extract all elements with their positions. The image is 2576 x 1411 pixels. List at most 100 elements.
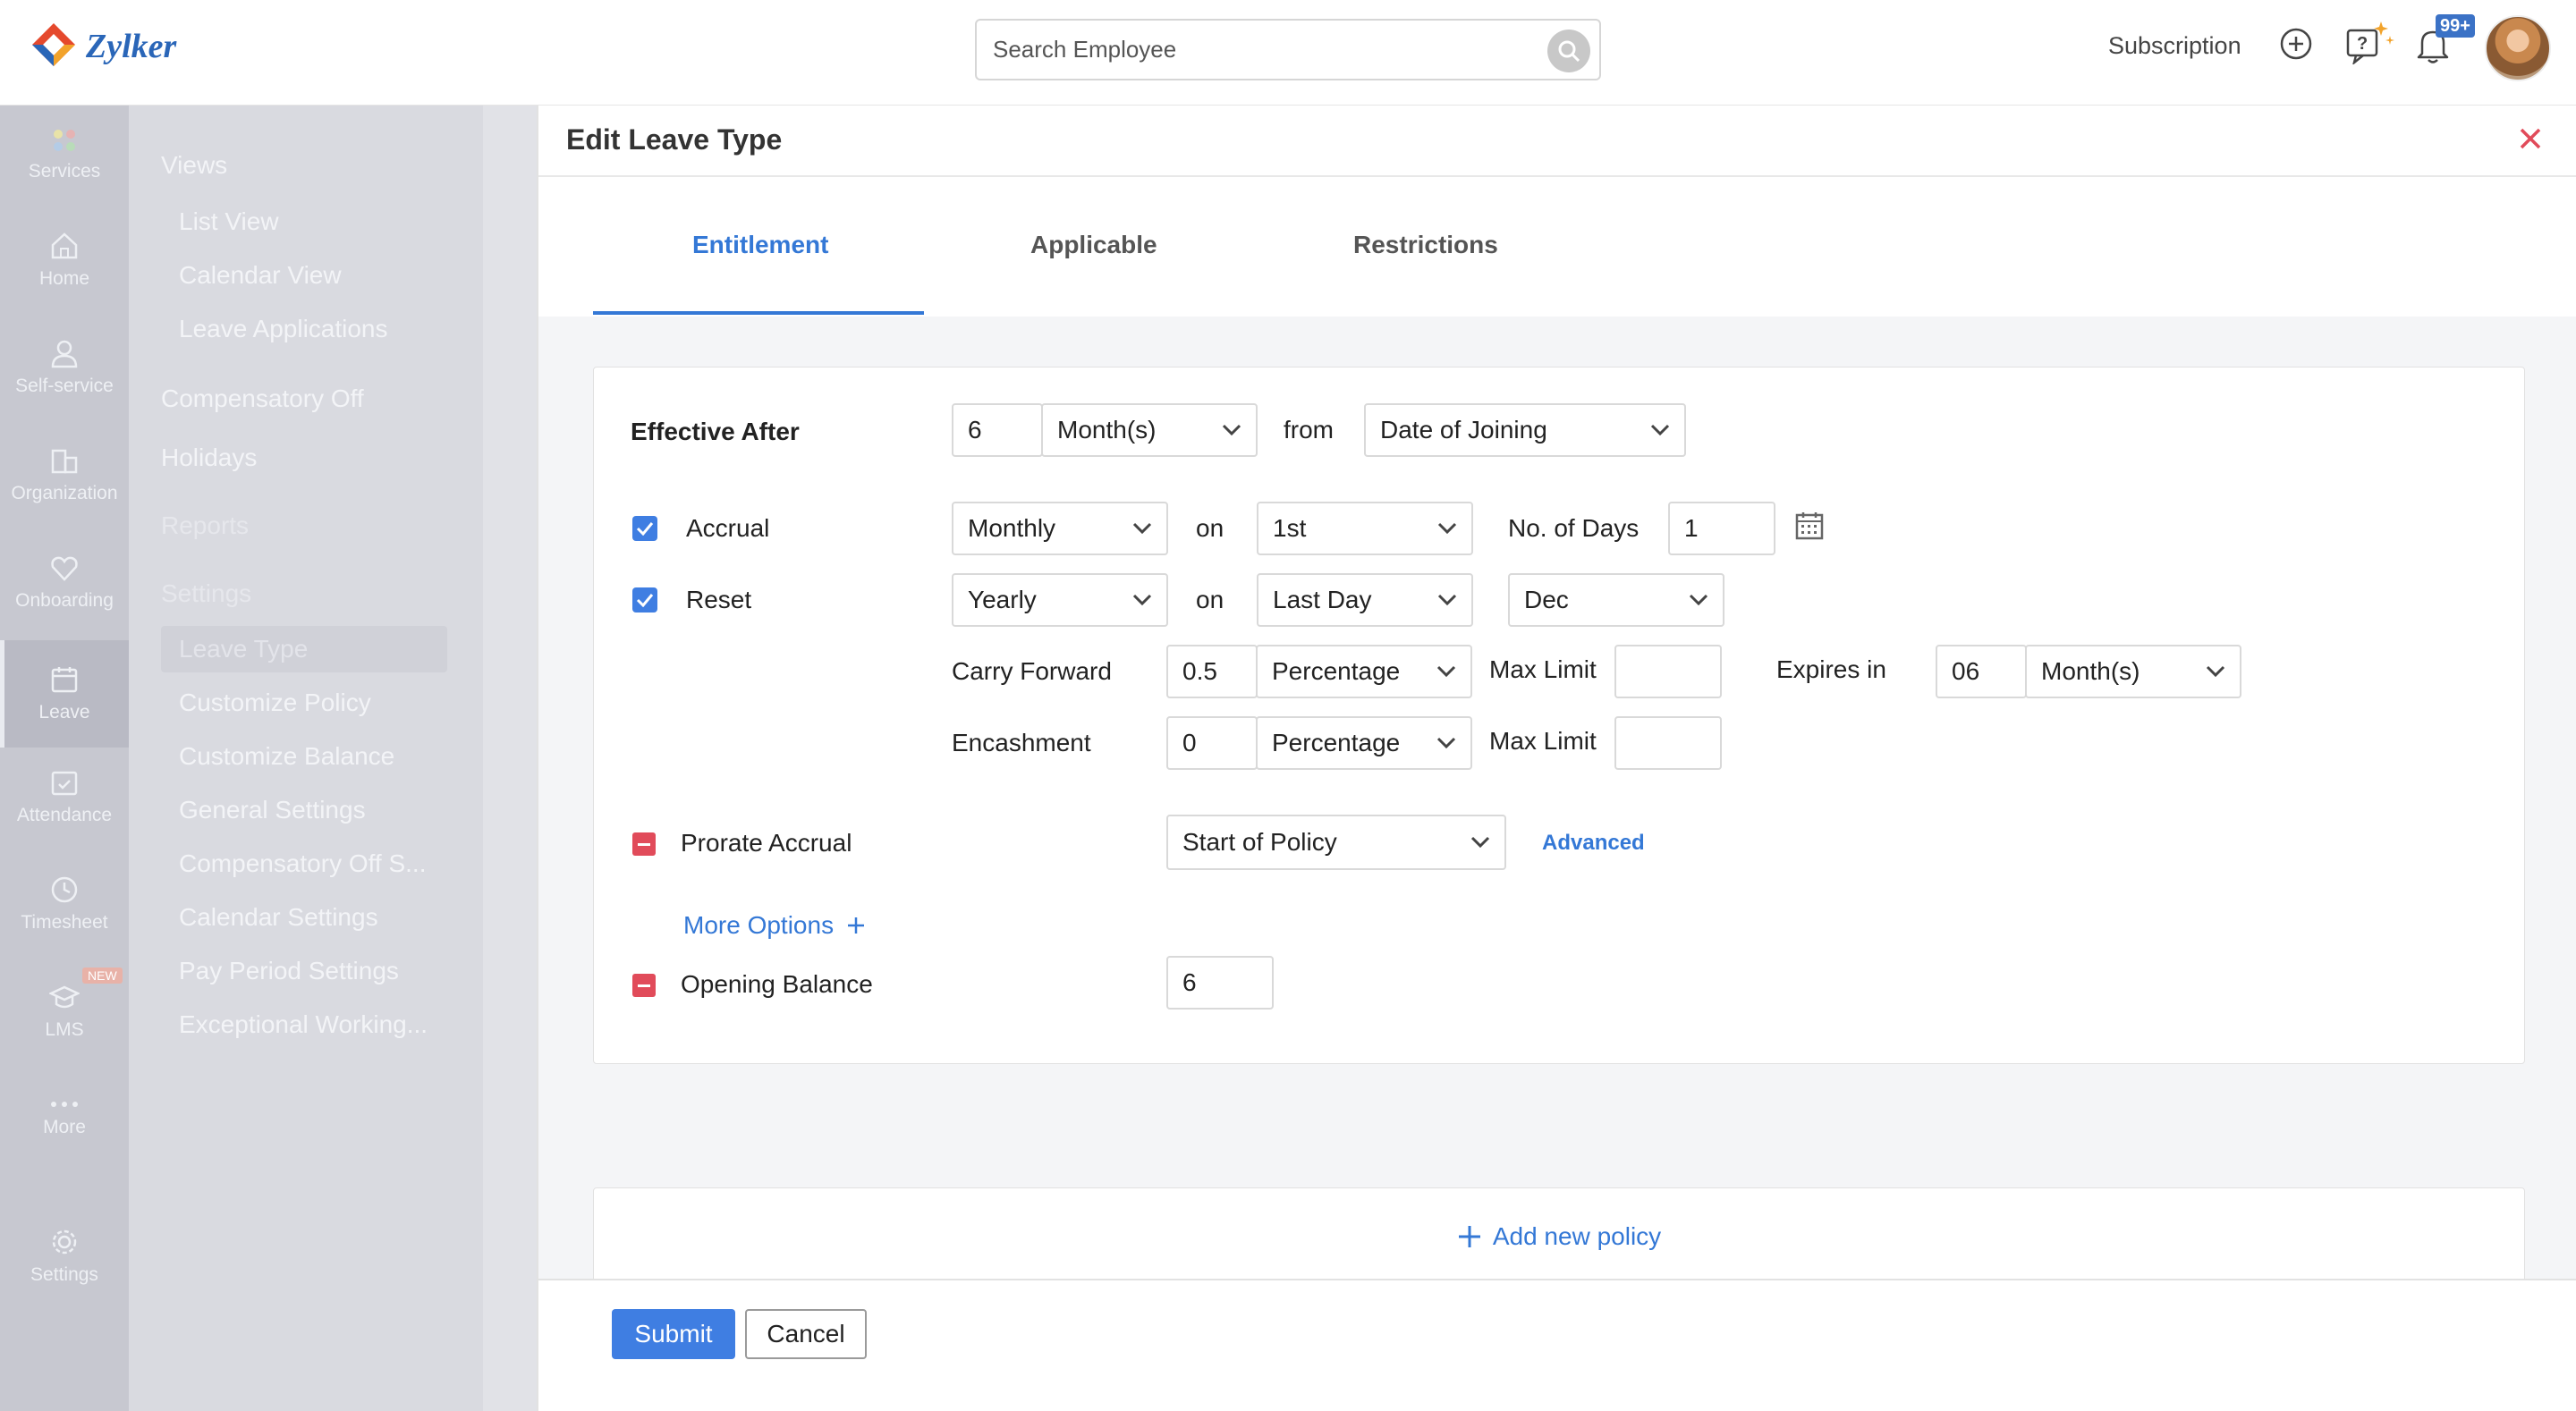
policy-card: Effective After 6 Month(s) from Date of … — [593, 367, 2525, 1064]
no-of-days-input[interactable]: 1 — [1668, 502, 1775, 555]
chevron-down-icon — [1132, 594, 1152, 606]
accrual-checkbox[interactable] — [632, 516, 657, 541]
effective-after-label: Effective After — [631, 418, 800, 445]
carry-forward-input[interactable]: 0.5 — [1166, 645, 1258, 698]
accrual-day-select[interactable]: 1st — [1257, 502, 1473, 555]
close-button[interactable] — [2519, 127, 2542, 150]
nav-views[interactable]: Views — [161, 151, 227, 180]
rail-item-lms[interactable]: NEW LMS — [0, 962, 129, 1060]
tab-applicable[interactable]: Applicable — [1030, 231, 1157, 259]
nav-general-settings[interactable]: General Settings — [179, 796, 366, 824]
new-tag: NEW — [82, 967, 123, 984]
expires-in-input[interactable]: 06 — [1936, 645, 2027, 698]
rail-item-leave[interactable]: Leave — [0, 640, 129, 748]
rail-label: Onboarding — [15, 590, 114, 611]
reset-month-select[interactable]: Dec — [1508, 573, 1724, 627]
nav-reports[interactable]: Reports — [161, 511, 249, 540]
reset-day-select[interactable]: Last Day — [1257, 573, 1473, 627]
rail-item-settings[interactable]: Settings — [0, 1207, 129, 1305]
effective-after-unit-select[interactable]: Month(s) — [1041, 403, 1258, 457]
expires-in-unit-select[interactable]: Month(s) — [2025, 645, 2241, 698]
nav-customize-balance[interactable]: Customize Balance — [179, 742, 394, 771]
notification-badge: 99+ — [2436, 14, 2475, 38]
advanced-link[interactable]: Advanced — [1542, 831, 1645, 856]
nav-compensatory-off[interactable]: Compensatory Off — [161, 384, 364, 413]
app-logo[interactable]: Zylker — [30, 21, 176, 72]
effective-from-select[interactable]: Date of Joining — [1364, 403, 1686, 457]
nav-settings[interactable]: Settings — [161, 579, 251, 608]
chevron-down-icon — [1436, 737, 1456, 749]
panel-title: Edit Leave Type — [566, 123, 783, 156]
rail-item-timesheet[interactable]: Timesheet — [0, 855, 129, 953]
more-options-link[interactable]: More Options — [683, 911, 866, 940]
rail-label: Organization — [11, 483, 118, 503]
rail-item-more[interactable]: More — [0, 1069, 129, 1168]
more-options-label: More Options — [683, 911, 835, 939]
calendar-picker-button[interactable] — [1794, 511, 1825, 541]
chevron-down-icon — [1132, 522, 1152, 535]
reset-label: Reset — [686, 586, 752, 613]
accrual-on-label: on — [1196, 514, 1224, 542]
rail-item-services[interactable]: Services — [0, 106, 129, 204]
prorate-remove-button[interactable] — [632, 832, 656, 856]
nav-holidays[interactable]: Holidays — [161, 444, 257, 472]
encashment-input[interactable]: 0 — [1166, 716, 1258, 770]
rail-label: Timesheet — [21, 912, 108, 933]
nav-compensatory-off-settings[interactable]: Compensatory Off S... — [179, 849, 427, 878]
rail-item-onboarding[interactable]: Onboarding — [0, 533, 129, 631]
cancel-button[interactable]: Cancel — [745, 1309, 867, 1359]
help-button[interactable]: ? — [2345, 18, 2395, 64]
rail-label: Settings — [30, 1264, 98, 1285]
accrual-frequency-select[interactable]: Monthly — [952, 502, 1168, 555]
rail-item-self-service[interactable]: Self-service — [0, 318, 129, 417]
add-new-policy-label: Add new policy — [1492, 1222, 1662, 1250]
plus-icon — [1458, 1226, 1480, 1247]
rail-item-organization[interactable]: Organization — [0, 426, 129, 524]
search-input[interactable] — [993, 21, 1530, 79]
nav-pay-period-settings[interactable]: Pay Period Settings — [179, 957, 399, 985]
encashment-max-input[interactable] — [1614, 716, 1722, 770]
select-value: Percentage — [1272, 657, 1401, 685]
carry-forward-type-select[interactable]: Percentage — [1256, 645, 1472, 698]
chevron-down-icon — [1436, 665, 1456, 678]
tab-entitlement[interactable]: Entitlement — [692, 231, 828, 259]
submit-button[interactable]: Submit — [612, 1309, 735, 1359]
tab-restrictions[interactable]: Restrictions — [1353, 231, 1498, 259]
rail-item-attendance[interactable]: Attendance — [0, 748, 129, 846]
subscription-link[interactable]: Subscription — [2108, 32, 2241, 60]
nav-calendar-view[interactable]: Calendar View — [179, 261, 342, 290]
encashment-type-select[interactable]: Percentage — [1256, 716, 1472, 770]
chevron-down-icon — [2206, 665, 2225, 678]
reset-checkbox[interactable] — [632, 587, 657, 613]
nav-calendar-settings[interactable]: Calendar Settings — [179, 903, 378, 932]
avatar[interactable] — [2485, 15, 2551, 81]
graduation-cap-icon — [49, 985, 80, 1009]
opening-balance-remove-button[interactable] — [632, 974, 656, 997]
carry-forward-max-label: Max Limit — [1489, 655, 1597, 683]
select-value: Monthly — [968, 514, 1056, 542]
rail-label: Services — [28, 161, 101, 182]
select-value: 1st — [1273, 514, 1307, 542]
gear-icon — [52, 1229, 77, 1255]
select-value: Month(s) — [1057, 416, 1157, 444]
select-value: Date of Joining — [1380, 416, 1547, 444]
prorate-accrual-select[interactable]: Start of Policy — [1166, 815, 1506, 870]
nav-customize-policy[interactable]: Customize Policy — [179, 689, 371, 717]
search-box[interactable] — [975, 19, 1601, 80]
form-area: Effective After 6 Month(s) from Date of … — [538, 317, 2576, 1338]
rail-label: LMS — [45, 1019, 84, 1040]
no-of-days-label: No. of Days — [1508, 514, 1640, 542]
carry-forward-max-input[interactable] — [1614, 645, 1722, 698]
rail-item-home[interactable]: Home — [0, 211, 129, 309]
reset-frequency-select[interactable]: Yearly — [952, 573, 1168, 627]
effective-after-input[interactable]: 6 — [952, 403, 1043, 457]
nav-exceptional-working[interactable]: Exceptional Working... — [179, 1010, 428, 1039]
add-new-policy-button[interactable]: Add new policy — [593, 1187, 2525, 1286]
search-button[interactable] — [1547, 30, 1590, 72]
nav-list-view[interactable]: List View — [179, 207, 279, 236]
title-divider — [538, 175, 2576, 177]
add-button[interactable] — [2279, 27, 2313, 61]
opening-balance-input[interactable]: 6 — [1166, 956, 1274, 1010]
nav-leave-applications[interactable]: Leave Applications — [179, 315, 388, 343]
nav-leave-type[interactable]: Leave Type — [161, 626, 447, 672]
